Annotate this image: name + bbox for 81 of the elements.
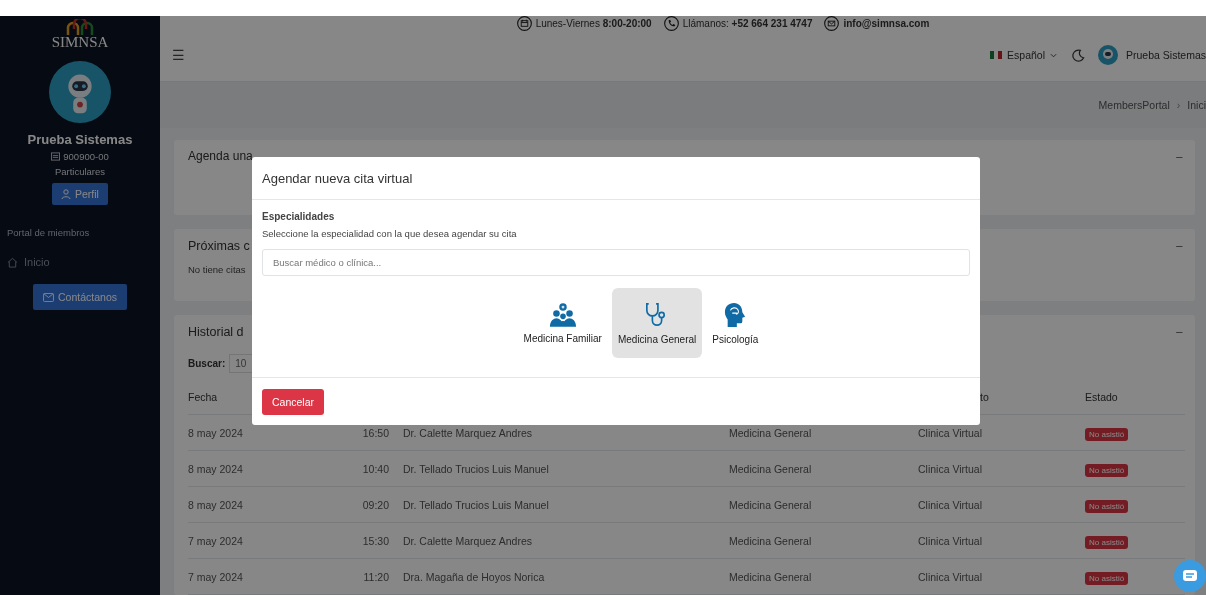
- table-cell: 8 may 2024: [188, 462, 243, 475]
- mail-icon: [43, 292, 54, 302]
- table-cell: Clinica Virtual: [918, 498, 982, 511]
- table-cell: Medicina General: [729, 534, 812, 547]
- specialty-option[interactable]: Medicina General: [611, 288, 703, 358]
- collapse-button[interactable]: −: [1175, 239, 1183, 254]
- member-id: 900900-00: [63, 151, 109, 162]
- section-title: Especialidades: [262, 211, 336, 222]
- table-cell: 8 may 2024: [188, 498, 243, 511]
- table-cell: 7 may 2024: [188, 570, 243, 583]
- breadcrumb-separator: ›: [1176, 99, 1181, 112]
- status-badge: No asistió: [1085, 535, 1129, 549]
- specialty-option[interactable]: Medicina Familiar: [517, 288, 608, 358]
- robot-avatar-icon[interactable]: [1098, 45, 1119, 65]
- breadcrumb-current: Inici: [1187, 99, 1206, 112]
- breadcrumb-link[interactable]: MembersPortal: [1098, 99, 1170, 112]
- card-title: Historial d: [188, 325, 244, 340]
- table-cell: Medicina General: [729, 462, 812, 475]
- table-cell: Clinica Virtual: [918, 534, 982, 547]
- table-cell: Medicina General: [729, 570, 812, 583]
- plan-label: Particulares: [54, 166, 106, 177]
- modal-title: Agendar nueva cita virtual: [262, 170, 413, 186]
- chat-icon[interactable]: [1174, 560, 1206, 592]
- user-name[interactable]: Prueba Sistemas: [1126, 49, 1206, 61]
- language-selector[interactable]: Español: [1007, 49, 1046, 61]
- contact-info: info@simnsa.com: [843, 18, 930, 29]
- table-cell: Dra. Magaña de Hoyos Norica: [403, 570, 545, 583]
- caret-icon[interactable]: [1050, 52, 1058, 58]
- instruction-text: Seleccione la especialidad con la que desea agendar su cita: [262, 228, 518, 239]
- status-badge: No asistió: [1085, 463, 1129, 477]
- table-cell: Clinica Virtual: [918, 462, 982, 475]
- mail-icon: [824, 16, 840, 31]
- flag-icon: [990, 51, 1003, 59]
- status-badge: No asistió: [1085, 571, 1129, 585]
- profile-button[interactable]: Perfil: [52, 183, 108, 205]
- column-header: Fecha: [188, 390, 218, 403]
- nav-item[interactable]: Inicio: [7, 256, 50, 268]
- column-header: Estado: [1085, 390, 1118, 403]
- collapse-button[interactable]: −: [1175, 150, 1183, 165]
- phone-icon: [663, 16, 679, 31]
- id-card-icon: [51, 152, 61, 161]
- home-icon: [7, 256, 18, 268]
- robot-avatar-icon: [49, 61, 111, 123]
- section-label: Portal de miembros: [7, 227, 90, 238]
- table-cell-text: 09:20: [362, 498, 390, 511]
- moon-icon[interactable]: [1072, 48, 1086, 62]
- specialty-option[interactable]: Psicología: [706, 288, 765, 358]
- search-label: Buscar:: [188, 358, 226, 369]
- logo: SIMNSA: [51, 19, 109, 49]
- table-cell: Clinica Virtual: [918, 426, 982, 439]
- status-badge: No asistió: [1085, 427, 1129, 441]
- table-cell: Clinica Virtual: [918, 570, 982, 583]
- table-cell: Dr. Calette Marquez Andres: [403, 534, 532, 547]
- table-cell-text: 15:30: [362, 534, 390, 547]
- collapse-button[interactable]: −: [1175, 325, 1183, 340]
- card-title: Agenda una: [188, 150, 253, 165]
- status-badge: No asistió: [1085, 499, 1129, 513]
- calendar-icon: [516, 16, 532, 31]
- person-icon: [61, 189, 72, 199]
- table-cell: Medicina General: [729, 498, 812, 511]
- cancel-button[interactable]: Cancelar: [262, 388, 325, 415]
- table-cell: Dr. Tellado Trucios Luis Manuel: [403, 462, 549, 475]
- user-name: Prueba Sistemas: [27, 132, 133, 147]
- table-cell: 7 may 2024: [188, 534, 243, 547]
- column-header: to: [979, 390, 989, 403]
- search-field[interactable]: Buscar médico o clínica...: [262, 249, 970, 276]
- table-cell: Dr. Calette Marquez Andres: [403, 426, 532, 439]
- contact-button[interactable]: Contáctanos: [33, 284, 127, 310]
- table-cell: Medicina General: [729, 426, 812, 439]
- menu-icon[interactable]: ☰: [172, 47, 185, 63]
- contact-info: Llámanos: +52 664 231 4747: [682, 18, 813, 29]
- family-icon: [548, 302, 577, 327]
- table-cell: Dr. Tellado Trucios Luis Manuel: [403, 498, 549, 511]
- table-cell-text: 11:20: [363, 570, 390, 583]
- table-cell-text: 10:40: [362, 462, 390, 475]
- head-brain-icon: [724, 301, 747, 328]
- empty-message: No tiene citas: [188, 264, 246, 275]
- table-cell-text: 16:50: [362, 426, 390, 439]
- contact-info: Lunes-Viernes 8:00-20:00: [535, 18, 652, 29]
- table-cell: 8 may 2024: [188, 426, 243, 439]
- card-title: Próximas c: [188, 239, 250, 254]
